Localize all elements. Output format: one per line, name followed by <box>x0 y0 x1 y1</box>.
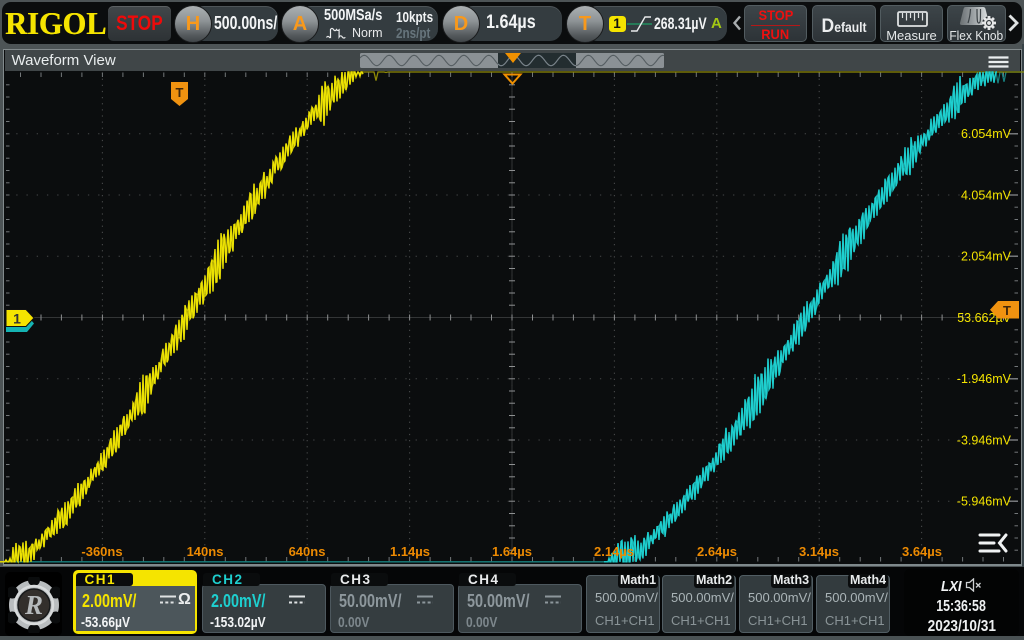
svg-text:T: T <box>176 85 184 100</box>
svg-text:3.64µs: 3.64µs <box>902 544 942 559</box>
svg-text:R: R <box>24 590 43 620</box>
svg-text:6.054mV: 6.054mV <box>961 127 1012 141</box>
svg-text:-360ns: -360ns <box>81 544 122 559</box>
svg-text:1.64µs: 1.64µs <box>492 544 532 559</box>
svg-text:2.054mV: 2.054mV <box>961 250 1012 264</box>
svg-text:1.14µs: 1.14µs <box>390 544 430 559</box>
svg-text:-1.946mV: -1.946mV <box>957 372 1012 386</box>
svg-text:640ns: 640ns <box>289 544 326 559</box>
svg-text:2.64µs: 2.64µs <box>697 544 737 559</box>
svg-text:4.054mV: 4.054mV <box>961 188 1012 202</box>
svg-text:140ns: 140ns <box>187 544 224 559</box>
svg-text:-3.946mV: -3.946mV <box>957 433 1012 447</box>
svg-text:1: 1 <box>13 311 21 327</box>
svg-text:-5.946mV: -5.946mV <box>957 495 1012 509</box>
svg-text:2.14µs: 2.14µs <box>594 544 634 559</box>
svg-text:T: T <box>1003 303 1011 318</box>
svg-text:3.14µs: 3.14µs <box>799 544 839 559</box>
